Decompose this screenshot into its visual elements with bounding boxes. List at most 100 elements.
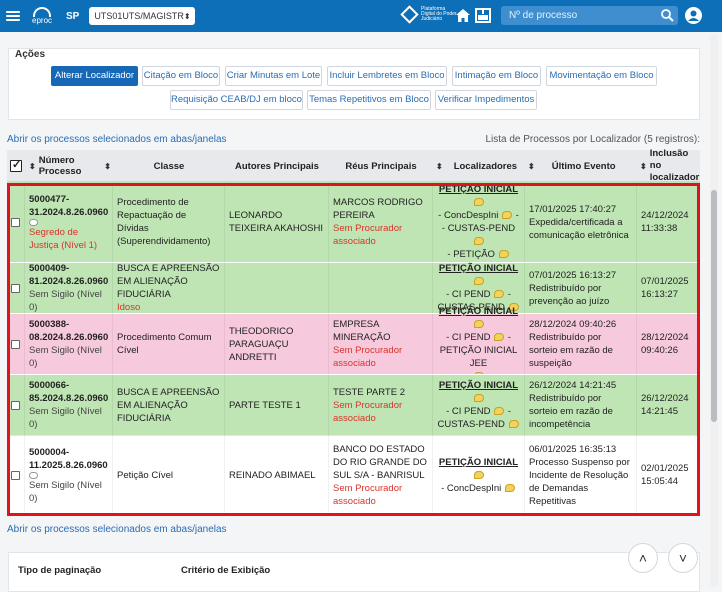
open-selected-tabs-link[interactable]: Abrir os processos selecionados em abas/…: [7, 134, 227, 145]
process-number[interactable]: 5000388-: [29, 318, 108, 331]
reu-cell: MARCOS RODRIGO PEREIRA Sem Procurador as…: [329, 182, 433, 262]
sigilo-label: Sem Sigilo (Nível 0): [29, 345, 102, 369]
table-row[interactable]: 5000004- 11.2025.8.26.0960 Sem Sigilo (N…: [7, 435, 700, 514]
row-checkbox[interactable]: [11, 283, 20, 293]
classe-text: BUSCA E APREENSÃO EM ALIENAÇÃO FIDUCIÁRI…: [117, 386, 220, 424]
reu-note: Sem Procurador associado: [333, 223, 403, 247]
comment-icon[interactable]: [29, 471, 38, 479]
note-icon[interactable]: [494, 333, 505, 342]
user-avatar-icon[interactable]: [685, 7, 702, 24]
row-checkbox[interactable]: [11, 400, 20, 410]
localizador-item[interactable]: - CI PEND: [446, 332, 490, 343]
sort-icon[interactable]: ⬍: [436, 162, 443, 171]
search-icon[interactable]: [660, 8, 674, 22]
localizador-item[interactable]: - ConcDespIni: [441, 483, 501, 494]
sigilo-label: Sem Sigilo (Nível 0): [29, 479, 102, 504]
movimentacao-em-bloco-button[interactable]: Movimentação em Bloco: [546, 66, 657, 86]
scroll-up-button[interactable]: ˄: [628, 543, 658, 573]
sort-icon[interactable]: ⬍: [29, 162, 36, 171]
reu-text: EMPRESA MINERAÇÃO: [333, 319, 391, 343]
localizadores-cell: PETIÇÃO INICIAL - CI PEND - CUSTAS-PEND: [433, 375, 525, 435]
eproc-logo[interactable]: eproc: [32, 7, 52, 25]
process-number-suffix[interactable]: 85.2024.8.26.0960: [29, 392, 108, 405]
classe-cell: BUSCA E APREENSÃO EM ALIENAÇÃO FIDUCIÁRI…: [113, 375, 225, 435]
incluir-lembretes-em-bloco-button[interactable]: Incluir Lembretes em Bloco: [327, 66, 447, 86]
col-localizadores[interactable]: ⬍ Localizadores: [433, 150, 525, 182]
note-icon[interactable]: [473, 277, 484, 286]
process-number[interactable]: 5000477-: [29, 193, 108, 206]
localizador-link[interactable]: PETIÇÃO INICIAL: [439, 184, 518, 195]
state-label: SP: [66, 10, 80, 22]
select-all-checkbox[interactable]: [10, 158, 22, 172]
localizador-separator: -: [507, 332, 511, 343]
localizador-link[interactable]: PETIÇÃO INICIAL: [439, 306, 518, 317]
localizador-link[interactable]: PETIÇÃO INICIAL: [439, 263, 518, 274]
process-number[interactable]: 5000004-: [29, 446, 108, 459]
localizador-item[interactable]: - PETIÇÃO: [447, 249, 495, 260]
localizador-item[interactable]: - CUSTAS-PEND: [442, 223, 515, 234]
note-icon[interactable]: [502, 211, 513, 220]
unit-select[interactable]: UTS01UTS/MAGISTR ⬍: [89, 7, 196, 25]
note-icon[interactable]: [473, 198, 484, 207]
dashboard-icon[interactable]: [475, 8, 491, 23]
process-number[interactable]: 5000409-: [29, 262, 108, 275]
col-numero[interactable]: ⬍ Número Processo ⬍: [26, 150, 114, 182]
process-number-suffix[interactable]: 31.2024.8.26.0960: [29, 206, 108, 219]
sort-icon[interactable]: ⬍: [104, 162, 111, 171]
table-row[interactable]: 5000388- 08.2024.8.26.0960 Sem Sigilo (N…: [7, 306, 700, 381]
pdpj-logo[interactable]: Plataforma Digital do Poder Judiciário: [400, 5, 457, 24]
row-checkbox[interactable]: [11, 470, 20, 480]
note-icon[interactable]: [473, 320, 484, 329]
display-options-panel: Tipo de paginação Critério de Exibição: [8, 552, 700, 592]
note-icon[interactable]: [473, 470, 484, 479]
localizador-item[interactable]: - CI PEND: [446, 289, 490, 300]
inclusao-cell: 07/01/2025 16:13:27: [637, 263, 700, 313]
note-icon[interactable]: [473, 237, 484, 246]
col-inclusao[interactable]: ⬍ Inclusão no localizador: [637, 148, 699, 183]
localizador-link[interactable]: PETIÇÃO INICIAL: [439, 380, 518, 391]
row-checkbox[interactable]: [11, 217, 20, 227]
alterar-localizador-button[interactable]: Alterar Localizador: [51, 66, 138, 86]
scroll-down-button[interactable]: ˅: [668, 543, 698, 573]
temas-repetitivos-button[interactable]: Temas Repetitivos em Bloco: [307, 90, 431, 110]
table-row[interactable]: 5000477- 31.2024.8.26.0960 Segredo de Ju…: [7, 182, 700, 262]
classe-cell: Procedimento Comum Cível: [113, 314, 225, 374]
classe-cell: BUSCA E APREENSÃO EM ALIENAÇÃO FIDUCIÁRI…: [113, 263, 225, 313]
localizador-separator: -: [507, 406, 511, 417]
table-row[interactable]: 5000409- 81.2024.8.26.0960 Sem Sigilo (N…: [7, 262, 700, 313]
citacao-em-bloco-button[interactable]: Citação em Bloco: [142, 66, 220, 86]
localizador-item[interactable]: CUSTAS-PEND: [437, 419, 504, 430]
note-icon[interactable]: [473, 394, 484, 403]
requisicao-ceab-dj-button[interactable]: Requisição CEAB/DJ em bloco: [170, 90, 303, 110]
inclusao-cell: 02/01/2025 15:05:44: [637, 436, 700, 514]
process-number-suffix[interactable]: 81.2024.8.26.0960: [29, 275, 108, 288]
localizador-item[interactable]: PETIÇÃO INICIAL JEE: [437, 344, 520, 370]
sort-icon[interactable]: ⬍: [528, 162, 535, 171]
row-checkbox[interactable]: [11, 339, 20, 349]
table-row[interactable]: 5000066- 85.2024.8.26.0960 Sem Sigilo (N…: [7, 374, 700, 435]
col-evento[interactable]: ⬍ Último Evento: [525, 150, 635, 182]
sort-icon[interactable]: ⬍: [640, 162, 647, 171]
process-search-input[interactable]: Nº de processo: [501, 6, 678, 25]
localizador-item[interactable]: - CI PEND: [446, 406, 490, 417]
menu-icon[interactable]: [6, 9, 20, 23]
process-number[interactable]: 5000066-: [29, 379, 108, 392]
localizador-item[interactable]: - ConcDespIni: [438, 210, 498, 221]
autor-cell: REINADO ABIMAEL: [225, 436, 329, 514]
note-icon[interactable]: [498, 250, 509, 259]
intimacao-em-bloco-button[interactable]: Intimação em Bloco: [452, 66, 541, 86]
verificar-impedimentos-button[interactable]: Verificar Impedimentos: [435, 90, 537, 110]
note-icon[interactable]: [494, 290, 505, 299]
home-icon[interactable]: [455, 8, 471, 23]
criar-minutas-em-lote-button[interactable]: Criar Minutas em Lote: [225, 66, 322, 86]
process-number-suffix[interactable]: 11.2025.8.26.0960: [29, 459, 108, 472]
scrollbar-thumb[interactable]: [711, 190, 717, 422]
process-number-suffix[interactable]: 08.2024.8.26.0960: [29, 331, 108, 344]
open-selected-tabs-link-bottom[interactable]: Abrir os processos selecionados em abas/…: [7, 524, 227, 535]
localizador-link[interactable]: PETIÇÃO INICIAL: [439, 457, 518, 468]
note-icon[interactable]: [504, 483, 515, 492]
reu-cell: [329, 263, 433, 313]
note-icon[interactable]: [494, 407, 505, 416]
comment-icon[interactable]: [29, 218, 38, 226]
note-icon[interactable]: [508, 420, 519, 429]
